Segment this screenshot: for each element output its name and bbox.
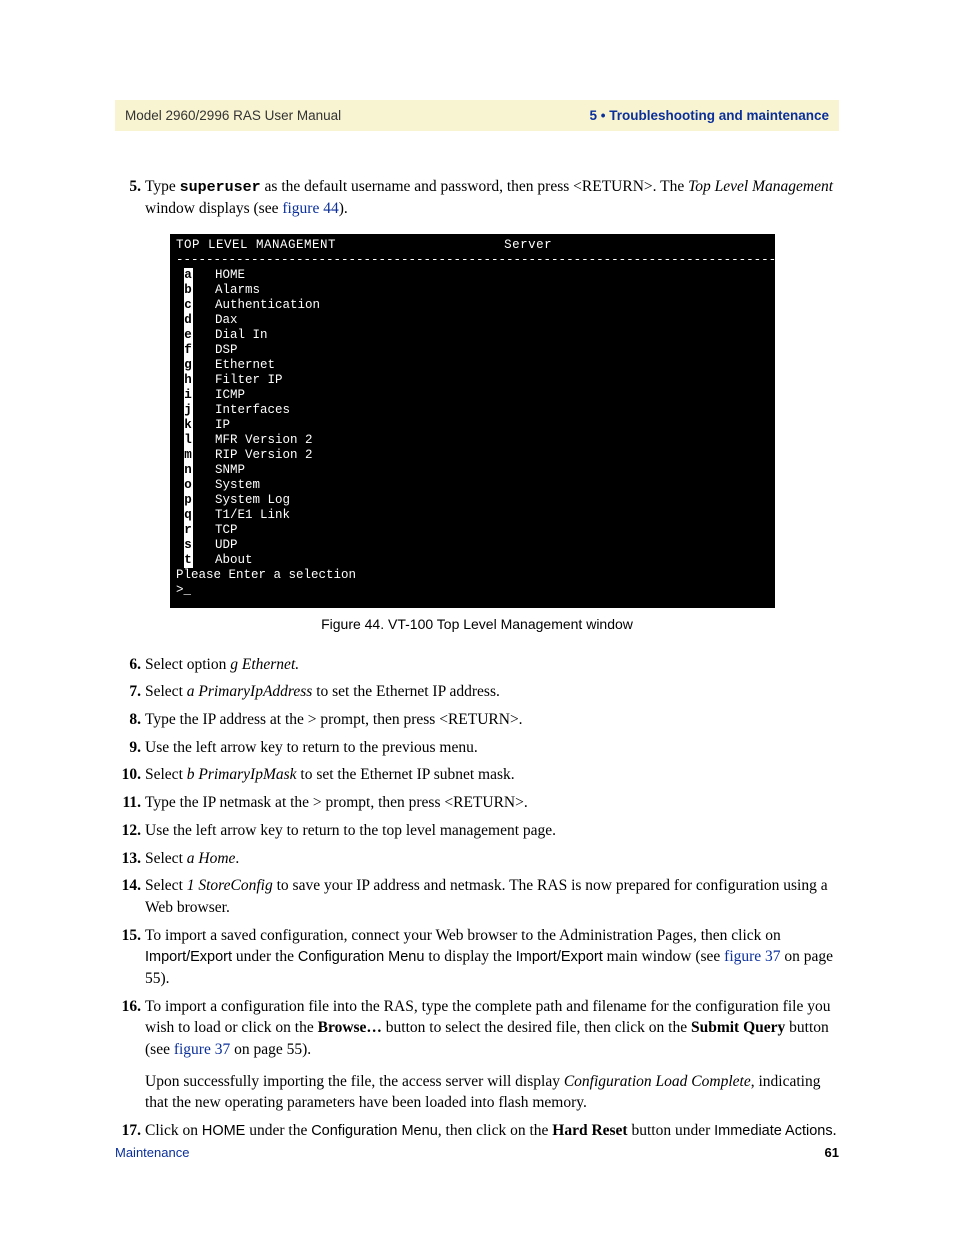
figure-caption: Figure 44. VT-100 Top Level Management w… — [115, 616, 839, 632]
step-10: 10. Select b PrimaryIpMask to set the Et… — [115, 764, 839, 786]
header-right: 5 • Troubleshooting and maintenance — [589, 108, 829, 123]
step-6: 6. Select option g Ethernet. — [115, 654, 839, 676]
step-number: 5. — [115, 176, 145, 198]
step-7: 7. Select a PrimaryIpAddress to set the … — [115, 681, 839, 703]
footer-section: Maintenance — [115, 1145, 189, 1160]
step-11: 11. Type the IP netmask at the > prompt,… — [115, 792, 839, 814]
step-8: 8. Type the IP address at the > prompt, … — [115, 709, 839, 731]
figure-link[interactable]: figure 37 — [724, 948, 780, 965]
page-number: 61 — [825, 1145, 839, 1160]
figure-link[interactable]: figure 37 — [174, 1041, 230, 1058]
step-body: Type superuser as the default username a… — [145, 176, 839, 220]
terminal-screenshot: TOP LEVEL MANAGEMENT Server ------------… — [170, 234, 775, 608]
header-left: Model 2960/2996 RAS User Manual — [125, 108, 341, 123]
step-16: 16. To import a configuration file into … — [115, 996, 839, 1114]
step-13: 13. Select a Home. — [115, 848, 839, 870]
step-9: 9. Use the left arrow key to return to t… — [115, 737, 839, 759]
code-text: superuser — [180, 179, 261, 196]
figure-link[interactable]: figure 44 — [282, 200, 338, 217]
step-12: 12. Use the left arrow key to return to … — [115, 820, 839, 842]
page-footer: Maintenance 61 — [115, 1145, 839, 1160]
step-17: 17. Click on HOME under the Configuratio… — [115, 1120, 839, 1142]
page-header: Model 2960/2996 RAS User Manual 5 • Trou… — [115, 100, 839, 131]
step-14: 14. Select 1 StoreConfig to save your IP… — [115, 875, 839, 918]
step-5: 5. Type superuser as the default usernam… — [115, 176, 839, 220]
step-15: 15. To import a saved configuration, con… — [115, 925, 839, 990]
